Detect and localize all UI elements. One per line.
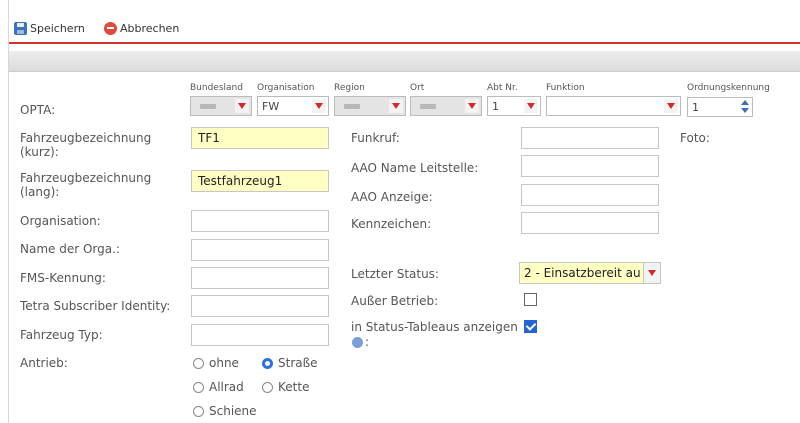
- antrieb-kette-label: Kette: [278, 380, 310, 394]
- chevron-down-icon: [312, 99, 326, 113]
- ordnungskennung-value: 1: [692, 100, 699, 114]
- ausser-betrieb-checkbox[interactable]: [524, 293, 537, 306]
- chevron-down-icon: [524, 99, 538, 113]
- tableau-label: in Status-Tableaus anzeigen: [351, 320, 518, 334]
- lang-label: Fahrzeugbezeichnung (lang):: [20, 171, 152, 199]
- foto-label: Foto:: [680, 131, 710, 145]
- antrieb-allrad-radio[interactable]: Allrad: [193, 380, 244, 394]
- header-ordnungskennung: Ordnungskennung: [687, 83, 770, 93]
- ordnungskennung-spinner[interactable]: 1: [687, 97, 753, 117]
- kurz-label: Fahrzeugbezeichnung (kurz):: [20, 131, 152, 159]
- orga-name-input[interactable]: [191, 239, 329, 261]
- fms-input[interactable]: [191, 267, 329, 289]
- header-organisation: Organisation: [257, 83, 315, 93]
- region-select[interactable]: [334, 96, 406, 116]
- ort-select[interactable]: [410, 96, 482, 116]
- radio-unchecked-icon: [262, 381, 273, 393]
- antrieb-ohne-label: ohne: [209, 356, 239, 370]
- abt-nr-select-value: 1: [492, 99, 499, 113]
- antrieb-kette-radio[interactable]: Kette: [262, 380, 309, 394]
- typ-input[interactable]: [191, 324, 329, 346]
- bundesland-select[interactable]: [190, 96, 252, 116]
- aao-name-label: AAO Name Leitstelle:: [351, 161, 479, 175]
- radio-checked-icon: [262, 357, 273, 369]
- status-select-value: 2 - Einsatzbereit au: [524, 266, 641, 280]
- help-icon[interactable]: [352, 337, 363, 348]
- header-funktion: Funktion: [546, 83, 585, 93]
- save-icon: [14, 21, 27, 35]
- status-label: Letzter Status:: [351, 267, 439, 281]
- kennzeichen-label: Kennzeichen:: [351, 217, 432, 231]
- tetra-label: Tetra Subscriber Identity:: [20, 299, 171, 313]
- header-region: Region: [334, 83, 365, 93]
- funkruf-input[interactable]: [521, 127, 659, 149]
- antrieb-strasse-label: Straße: [278, 356, 318, 370]
- orga-name-label: Name der Orga.:: [20, 242, 120, 256]
- spinner-arrows-icon[interactable]: [739, 98, 751, 116]
- aao-anzeige-input[interactable]: [521, 184, 659, 206]
- chevron-down-icon: [235, 99, 249, 113]
- kurz-input[interactable]: TF1: [191, 127, 329, 149]
- antrieb-schiene-label: Schiene: [209, 404, 257, 418]
- funkruf-label: Funkruf:: [351, 131, 400, 145]
- radio-unchecked-icon: [193, 381, 204, 393]
- aao-anzeige-label: AAO Anzeige:: [351, 190, 433, 204]
- abt-nr-select[interactable]: 1: [487, 96, 541, 116]
- funktion-select[interactable]: [546, 96, 681, 116]
- radio-unchecked-icon: [193, 357, 204, 369]
- organisation-select-value: FW: [262, 99, 280, 113]
- chevron-down-icon: [389, 99, 403, 113]
- cancel-icon: [104, 21, 117, 35]
- organisation-select[interactable]: FW: [257, 96, 329, 116]
- antrieb-ohne-radio[interactable]: ohne: [193, 356, 239, 370]
- antrieb-label: Antrieb:: [20, 356, 68, 370]
- header-abt-nr: Abt Nr.: [487, 83, 518, 93]
- save-button-label: Speichern: [30, 21, 85, 35]
- kennzeichen-input[interactable]: [521, 212, 659, 234]
- chevron-down-icon: [465, 99, 479, 113]
- save-button[interactable]: Speichern: [14, 20, 85, 36]
- header-ort: Ort: [410, 83, 425, 93]
- chevron-down-icon: [645, 266, 659, 280]
- antrieb-schiene-radio[interactable]: Schiene: [193, 404, 257, 418]
- tetra-input[interactable]: [191, 295, 329, 317]
- opta-label: OPTA:: [20, 103, 56, 117]
- typ-label: Fahrzeug Typ:: [20, 328, 103, 342]
- tableau-checkbox[interactable]: [524, 320, 537, 333]
- header-bar: [9, 51, 800, 72]
- aao-name-input[interactable]: [521, 155, 659, 177]
- antrieb-allrad-label: Allrad: [209, 380, 244, 394]
- fms-label: FMS-Kennung:: [20, 271, 106, 285]
- cancel-button[interactable]: Abbrechen: [104, 20, 179, 36]
- status-select-toggle[interactable]: [643, 262, 661, 284]
- cancel-button-label: Abbrechen: [120, 21, 180, 35]
- header-bundesland: Bundesland: [190, 83, 243, 93]
- lang-input[interactable]: Testfahrzeug1: [191, 170, 329, 192]
- radio-unchecked-icon: [193, 405, 204, 417]
- antrieb-strasse-radio[interactable]: Straße: [262, 356, 318, 370]
- organisation-label: Organisation:: [20, 214, 101, 228]
- organisation-input[interactable]: [191, 210, 329, 232]
- tableau-label-suffix: :: [365, 335, 370, 349]
- status-select[interactable]: 2 - Einsatzbereit au: [519, 262, 644, 284]
- ausser-betrieb-label: Außer Betrieb:: [351, 294, 439, 308]
- chevron-down-icon: [664, 99, 678, 113]
